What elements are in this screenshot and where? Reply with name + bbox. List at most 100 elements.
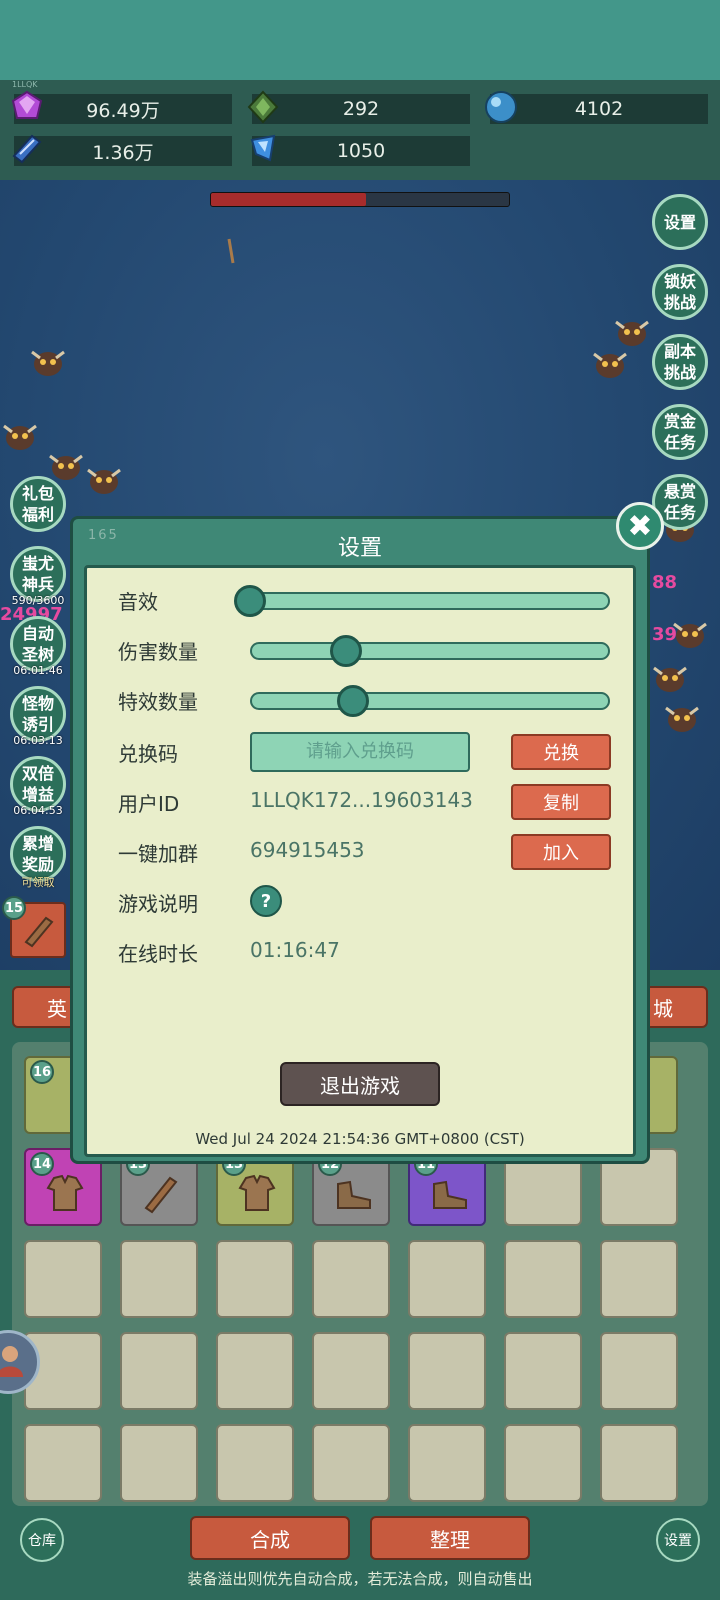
resource-gems: 96.49万 — [14, 94, 232, 124]
auto-tree-timer: 06:01:46 — [13, 664, 63, 677]
blue-shard-icon — [250, 134, 276, 162]
monster-icon — [615, 320, 649, 346]
damage-number: 88 — [652, 572, 678, 593]
redeem-button-label: 兑换 — [543, 743, 579, 764]
redeem-code-input[interactable]: 请输入兑换码 — [250, 732, 470, 772]
sort-button[interactable]: 整理 — [370, 1516, 530, 1560]
warehouse-label: 仓库 — [28, 1533, 56, 1549]
accumulate-reward-status: 可领取 — [21, 876, 55, 889]
cloth-armor-icon — [238, 1174, 276, 1211]
inventory-slot[interactable] — [216, 1424, 294, 1502]
question-icon: ? — [260, 890, 272, 912]
exit-game-button[interactable]: 退出游戏 — [280, 1062, 440, 1106]
avatar-icon — [0, 1346, 23, 1377]
join-group-value: 694915453 — [250, 838, 365, 862]
redeem-button[interactable]: 兑换 — [511, 734, 611, 770]
inventory-slot[interactable] — [408, 1424, 486, 1502]
boss-hp-bar — [210, 192, 510, 207]
timestamp: Wed Jul 24 2024 21:54:36 GMT+0800 (CST) — [195, 1130, 525, 1148]
inventory-slot[interactable] — [504, 1240, 582, 1318]
lock-demon-challenge-button[interactable]: 锁妖挑战 — [652, 264, 708, 320]
resource-orb: 4102 — [490, 94, 708, 124]
copy-button-label: 复制 — [543, 793, 579, 814]
inventory-slot[interactable] — [504, 1424, 582, 1502]
online-time-value: 01:16:47 — [250, 938, 340, 962]
damage-count-slider[interactable] — [250, 642, 610, 660]
hero-tab-label: 英 — [47, 996, 67, 1021]
blue-orb-icon — [485, 91, 517, 123]
crystal-value: 292 — [342, 98, 380, 120]
user-id-value: 1LLQK172...19603143 — [250, 788, 473, 812]
copy-button[interactable]: 复制 — [511, 784, 611, 820]
inventory-slot[interactable] — [24, 1424, 102, 1502]
inventory-slot[interactable] — [312, 1332, 390, 1410]
shard-value: 1050 — [336, 140, 386, 162]
side-settings-button[interactable]: 设置 — [652, 194, 708, 250]
blue-book-icon — [12, 134, 42, 164]
cloth-armor-icon — [46, 1174, 84, 1211]
bottom-settings-button[interactable]: 设置 — [656, 1518, 700, 1562]
join-group-label: 一键加群 — [118, 842, 198, 866]
inventory-slot[interactable] — [504, 1332, 582, 1410]
gift-pack-button[interactable]: 礼包福利 — [10, 476, 66, 532]
inventory-slot[interactable] — [408, 1240, 486, 1318]
boss-hp-fill — [211, 193, 366, 206]
online-time-label: 在线时长 — [118, 942, 198, 966]
inventory-slot[interactable] — [120, 1424, 198, 1502]
inventory-slot[interactable] — [600, 1424, 678, 1502]
orb-value: 4102 — [574, 98, 624, 120]
inventory-slot[interactable] — [600, 1240, 678, 1318]
reward-label: 悬赏任务 — [663, 482, 696, 522]
inventory-slot[interactable] — [120, 1332, 198, 1410]
damage-count-label: 伤害数量 — [118, 640, 198, 664]
sound-slider[interactable] — [250, 592, 610, 610]
inventory-slot[interactable] — [120, 1240, 198, 1318]
merge-label: 合成 — [250, 1527, 290, 1552]
sandal-boots-icon — [433, 1180, 467, 1209]
monster-lure-timer: 06:03:13 — [13, 734, 63, 747]
gems-value: 96.49万 — [86, 99, 160, 122]
dungeon-label: 副本挑战 — [663, 342, 696, 382]
bounty-label: 赏金任务 — [663, 412, 696, 452]
warehouse-button[interactable]: 仓库 — [20, 1518, 64, 1562]
exit-game-label: 退出游戏 — [320, 1073, 400, 1098]
inventory-slot[interactable] — [216, 1240, 294, 1318]
double-boost-timer: 06:04:53 — [13, 804, 63, 817]
inventory-slot[interactable] — [408, 1332, 486, 1410]
bounty-task-button[interactable]: 赏金任务 — [652, 404, 708, 460]
sound-label: 音效 — [118, 590, 158, 614]
join-button-label: 加入 — [543, 843, 579, 864]
close-icon: ✖ — [627, 508, 653, 544]
book-value: 1.36万 — [92, 141, 154, 164]
merge-button[interactable]: 合成 — [190, 1516, 350, 1560]
double-boost-label: 双倍增益 — [21, 764, 54, 804]
effect-count-slider-thumb[interactable] — [337, 685, 370, 717]
sound-slider-thumb[interactable] — [234, 585, 266, 617]
sort-label: 整理 — [430, 1527, 470, 1552]
join-button[interactable]: 加入 — [511, 834, 611, 870]
top-bar — [0, 0, 720, 80]
resource-book: 1.36万 — [14, 136, 232, 166]
monster-icon — [593, 352, 627, 378]
dungeon-challenge-button[interactable]: 副本挑战 — [652, 334, 708, 390]
player-tag: 1LLQK — [12, 80, 38, 89]
monster-icon — [653, 666, 687, 692]
shop-tab-label: 城 — [653, 996, 673, 1021]
chiyou-progress: 590/3600 — [11, 594, 65, 607]
auto-tree-label: 自动圣树 — [21, 624, 54, 664]
green-crystal-icon — [247, 90, 279, 124]
side-settings-label: 设置 — [663, 212, 696, 232]
inventory-slot[interactable] — [24, 1240, 102, 1318]
inventory-slot[interactable] — [600, 1332, 678, 1410]
inventory-slot[interactable] — [312, 1424, 390, 1502]
help-button[interactable]: ? — [250, 885, 282, 917]
effect-count-slider[interactable] — [250, 692, 610, 710]
gift-pack-label: 礼包福利 — [21, 484, 54, 524]
inventory-slot[interactable] — [216, 1332, 294, 1410]
arrow-projectile-icon — [227, 238, 235, 264]
bottom-settings-label: 设置 — [664, 1533, 692, 1549]
inventory-slot[interactable] — [312, 1240, 390, 1318]
close-button[interactable]: ✖ — [616, 502, 664, 550]
game-help-label: 游戏说明 — [118, 892, 198, 916]
damage-number: 39 — [652, 624, 678, 645]
